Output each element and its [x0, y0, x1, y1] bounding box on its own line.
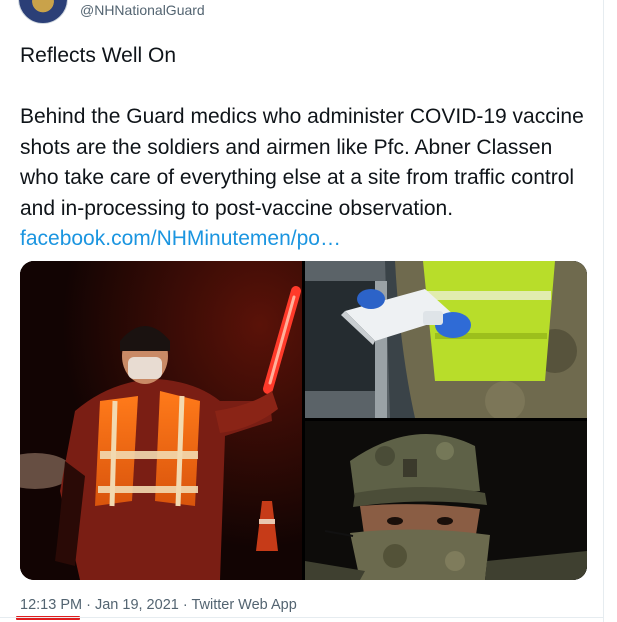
tweet-date[interactable]: Jan 19, 2021	[95, 597, 179, 613]
tweet-body: Behind the Guard medics who administer C…	[20, 102, 592, 255]
divider	[0, 617, 604, 618]
tweet-source[interactable]: Twitter Web App	[191, 597, 296, 613]
tweet-title: Reflects Well On	[20, 44, 176, 67]
photo-soldier-traffic-control[interactable]	[20, 261, 302, 580]
tweet-card: @NHNationalGuard Reflects Well On Behind…	[0, 0, 604, 622]
tweet-link[interactable]: facebook.com/NHMinutemen/po…	[20, 227, 341, 250]
tweet-time[interactable]: 12:13 PM	[20, 597, 82, 613]
meta-separator: ·	[82, 597, 95, 613]
photo-soldier-portrait[interactable]	[305, 421, 587, 580]
tweet-body-text: Behind the Guard medics who administer C…	[20, 105, 584, 220]
user-handle[interactable]: @NHNationalGuard	[80, 2, 205, 18]
photo-paperwork-at-car-art	[305, 261, 587, 418]
avatar[interactable]	[18, 0, 68, 24]
meta-separator: ·	[178, 597, 192, 613]
media-grid	[20, 261, 587, 580]
photo-soldier-portrait-art	[305, 421, 587, 580]
tweet-meta: 12:13 PM · Jan 19, 2021 · Twitter Web Ap…	[20, 597, 297, 613]
photo-paperwork-at-car[interactable]	[305, 261, 587, 418]
photo-soldier-traffic-control-art	[20, 261, 302, 580]
